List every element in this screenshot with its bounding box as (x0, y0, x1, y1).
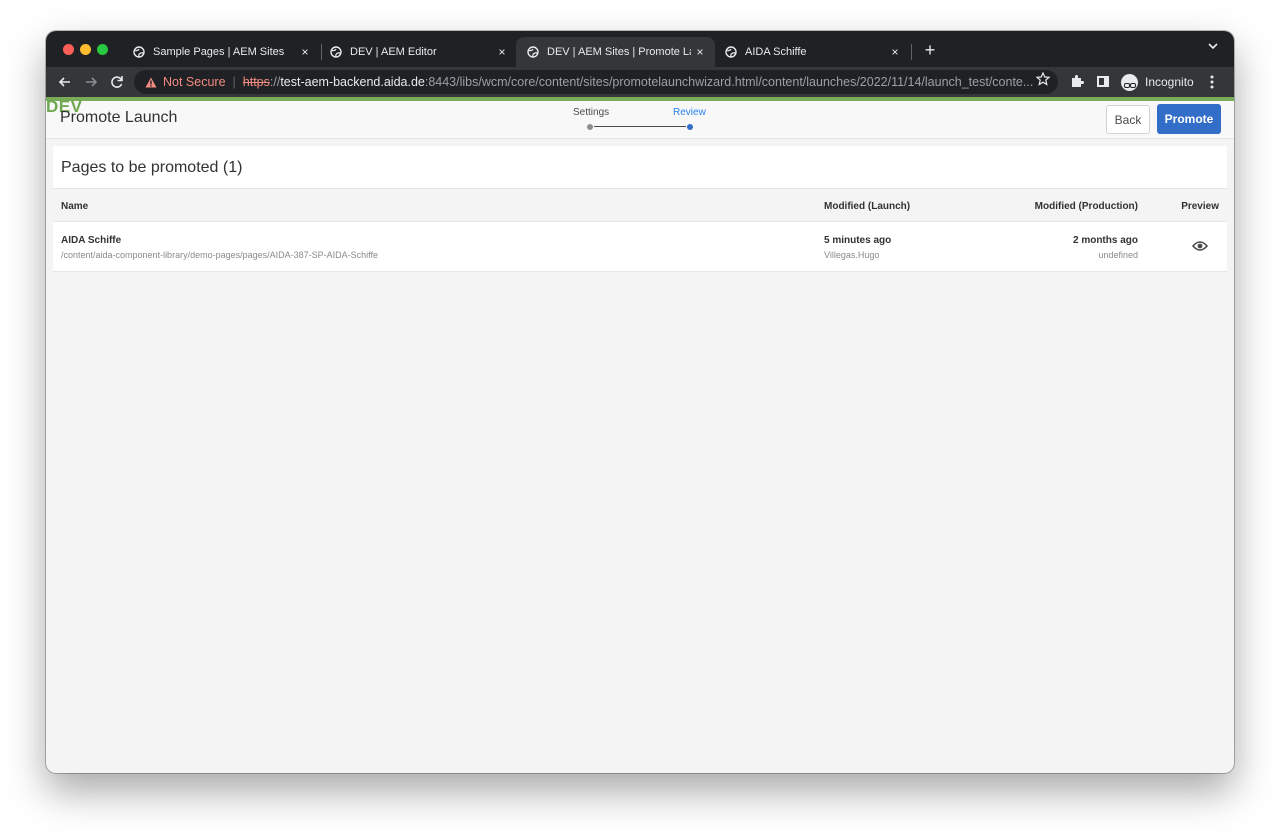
tab-title: DEV | AEM Sites | Promote Laun (547, 46, 691, 58)
address-separator: | (232, 75, 236, 89)
globe-icon (330, 46, 342, 58)
step-review-label: Review (673, 107, 706, 118)
table-header: Name Modified (Launch) Modified (Product… (53, 188, 1227, 222)
table-row[interactable]: AIDA Schiffe /content/aida-component-lib… (53, 222, 1227, 272)
minimize-window-button[interactable] (80, 44, 91, 55)
close-tab-icon[interactable]: × (691, 45, 709, 59)
pages-panel: Pages to be promoted (1) Name Modified (… (53, 146, 1227, 272)
section-title: Pages to be promoted (1) (61, 159, 243, 176)
back-button[interactable]: Back (1106, 105, 1150, 134)
side-panel-icon[interactable] (1097, 76, 1109, 87)
browser-menu-icon[interactable] (1209, 73, 1215, 91)
launch-modified-time: 5 minutes ago (824, 235, 892, 246)
url-scheme: https (242, 75, 270, 89)
globe-icon (725, 46, 737, 58)
close-tab-icon[interactable]: × (886, 45, 904, 59)
tab-separator (911, 44, 912, 60)
extensions-puzzle-icon[interactable] (1070, 73, 1084, 89)
column-header-modified-launch[interactable]: Modified (Launch) (824, 201, 910, 212)
bookmark-star-icon[interactable] (1036, 72, 1050, 86)
address-bar[interactable]: Not Secure | https :// test-aem-backend.… (134, 70, 1058, 94)
browser-window: Sample Pages | AEM Sites × DEV | AEM Edi… (46, 31, 1234, 773)
page-name: AIDA Schiffe (61, 235, 122, 246)
browser-tab-active[interactable]: DEV | AEM Sites | Promote Laun × (516, 37, 715, 67)
url-scheme-separator: :// (269, 75, 281, 89)
production-modified-by: undefined (1098, 250, 1138, 260)
step-connector (594, 126, 686, 127)
close-window-button[interactable] (63, 44, 74, 55)
browser-tab[interactable]: Sample Pages | AEM Sites × (122, 37, 320, 67)
back-arrow-icon[interactable] (55, 72, 75, 92)
column-header-name[interactable]: Name (61, 201, 88, 212)
reload-icon[interactable] (107, 72, 127, 92)
column-header-preview: Preview (1181, 201, 1219, 212)
launch-modified-by: Villegas.Hugo (824, 250, 880, 260)
browser-tab[interactable]: DEV | AEM Editor × (319, 37, 517, 67)
globe-icon (527, 46, 539, 58)
close-tab-icon[interactable]: × (296, 45, 314, 59)
incognito-icon (1121, 73, 1138, 91)
url-host: test-aem-backend.aida.de (280, 75, 425, 89)
promote-button[interactable]: Promote (1157, 104, 1221, 134)
browser-toolbar: Not Secure | https :// test-aem-backend.… (46, 67, 1234, 97)
page-title: Promote Launch (60, 109, 178, 126)
tab-strip: Sample Pages | AEM Sites × DEV | AEM Edi… (46, 31, 1234, 67)
chevron-down-icon[interactable] (1208, 42, 1218, 50)
maximize-window-button[interactable] (97, 44, 108, 55)
tab-title: AIDA Schiffe (745, 46, 807, 58)
new-tab-button[interactable]: + (922, 40, 938, 61)
tab-title: DEV | AEM Editor (350, 46, 437, 58)
step-settings-label[interactable]: Settings (573, 107, 609, 118)
globe-icon (133, 46, 145, 58)
step-review-dot (687, 124, 693, 130)
production-modified-time: 2 months ago (1072, 235, 1138, 246)
close-tab-icon[interactable]: × (493, 45, 511, 59)
preview-eye-icon[interactable] (1192, 240, 1208, 252)
wizard-header: DEV Promote Launch Settings Review Back … (46, 97, 1234, 139)
url-path: :8443/libs/wcm/core/content/sites/promot… (424, 75, 1034, 89)
browser-tab[interactable]: AIDA Schiffe × (714, 37, 910, 67)
wizard-stepper: Settings Review (566, 105, 736, 135)
incognito-indicator[interactable]: Incognito (1120, 71, 1200, 93)
column-header-modified-production[interactable]: Modified (Production) (1035, 201, 1138, 212)
not-secure-label[interactable]: Not Secure (163, 75, 226, 89)
forward-arrow-icon[interactable] (81, 72, 101, 92)
warning-icon (145, 77, 157, 87)
tab-title: Sample Pages | AEM Sites (153, 46, 285, 58)
incognito-label: Incognito (1145, 75, 1194, 89)
step-settings-dot[interactable] (587, 124, 593, 130)
page-path: /content/aida-component-library/demo-pag… (61, 250, 378, 260)
